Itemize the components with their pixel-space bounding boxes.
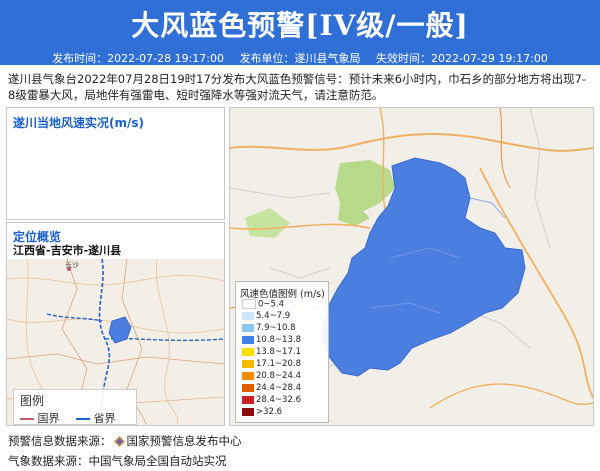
wind-legend-item: 17.1~20.8 bbox=[242, 359, 301, 369]
warning-title: 大风蓝色预警[IV级/一般] bbox=[131, 9, 469, 42]
wind-legend-item: 10.8~13.8 bbox=[242, 335, 301, 345]
legend-swatch bbox=[242, 359, 254, 368]
legend-label: 17.1~20.8 bbox=[256, 359, 301, 369]
legend-label: 10.8~13.8 bbox=[256, 335, 301, 345]
legend-national-border: 国界 bbox=[20, 410, 60, 425]
weather-source-line: 气象数据来源：中国气象局全国自动站实况 bbox=[8, 454, 227, 468]
wind-speed-legend: 风速色值图例 (m/s) 0~5.4 5.4~7.9 7.9~10.8 10.8… bbox=[235, 281, 329, 423]
legend-swatch bbox=[242, 335, 254, 344]
legend-label: 20.8~24.4 bbox=[256, 371, 301, 381]
legend-label: >32.6 bbox=[256, 407, 283, 417]
legend-swatch bbox=[242, 347, 254, 356]
city-label-changsha: 长沙 bbox=[65, 260, 79, 269]
wind-speed-panel: 遂川当地风速实况(m/s) bbox=[6, 107, 225, 220]
warning-source-line: 预警信息数据来源： 国家预警信息发布中心 bbox=[8, 433, 242, 449]
wind-legend-item: 13.8~17.1 bbox=[242, 347, 301, 357]
legend-national-border-label: 国界 bbox=[37, 412, 60, 425]
warning-center-logo-icon bbox=[113, 436, 125, 447]
legend-label: 13.8~17.1 bbox=[256, 347, 301, 357]
warning-meta: 发布时间：2022-07-28 19:17:00 发布单位：遂川县气象局 失效时… bbox=[0, 50, 600, 66]
legend-swatch bbox=[242, 371, 254, 380]
wind-legend-item: 20.8~24.4 bbox=[242, 371, 301, 381]
wind-legend-item: 7.9~10.8 bbox=[242, 323, 296, 333]
warning-source-label: 预警信息数据来源： bbox=[8, 434, 112, 448]
legend-label: 24.4~28.4 bbox=[256, 383, 301, 393]
legend-label: 0~5.4 bbox=[258, 299, 285, 310]
warning-source-name[interactable]: 国家预警信息发布中心 bbox=[127, 434, 242, 448]
legend-province-border-label: 省界 bbox=[93, 412, 116, 425]
wind-legend-item: >32.6 bbox=[242, 407, 282, 417]
legend-swatch bbox=[242, 311, 254, 320]
legend-swatch bbox=[242, 407, 254, 416]
warning-area-map[interactable]: 风速色值图例 (m/s) 0~5.4 5.4~7.9 7.9~10.8 10.8… bbox=[229, 107, 594, 426]
legend-label: 7.9~10.8 bbox=[256, 323, 296, 333]
wind-legend-item: 28.4~32.6 bbox=[242, 395, 301, 405]
legend-label: 5.4~7.9 bbox=[256, 311, 291, 321]
legend-swatch bbox=[242, 323, 254, 332]
publish-time: 发布时间：2022-07-28 19:17:00 bbox=[52, 52, 224, 65]
wind-panel-title: 遂川当地风速实况(m/s) bbox=[13, 116, 144, 130]
wind-legend-item: 5.4~7.9 bbox=[242, 311, 290, 321]
wind-legend-item: 24.4~28.4 bbox=[242, 383, 301, 393]
legend-swatch bbox=[242, 299, 256, 309]
legend-province-border: 省界 bbox=[76, 410, 116, 425]
legend-swatch bbox=[242, 383, 254, 392]
location-overview-panel: 定位概览 江西省-吉安市-遂川县 长沙 图例 国界 省界 bbox=[6, 222, 225, 426]
legend-swatch bbox=[242, 395, 254, 404]
wind-legend-title: 风速色值图例 (m/s) bbox=[240, 289, 325, 300]
warning-description: 遂川县气象台2022年07月28日19时17分发布大风蓝色预警信号：预计未来6小… bbox=[8, 72, 587, 102]
expire-time: 失效时间：2022-07-29 19:17:00 bbox=[376, 52, 548, 65]
overview-legend: 图例 国界 省界 bbox=[13, 389, 137, 425]
overview-legend-title: 图例 bbox=[20, 394, 45, 408]
legend-label: 28.4~32.6 bbox=[256, 395, 301, 405]
location-region: 江西省-吉安市-遂川县 bbox=[13, 244, 122, 257]
wind-legend-item: 0~5.4 bbox=[242, 299, 285, 310]
publisher: 发布单位：遂川县气象局 bbox=[239, 52, 361, 65]
warning-header: 大风蓝色预警[IV级/一般] 发布时间：2022-07-28 19:17:00 … bbox=[0, 0, 600, 65]
